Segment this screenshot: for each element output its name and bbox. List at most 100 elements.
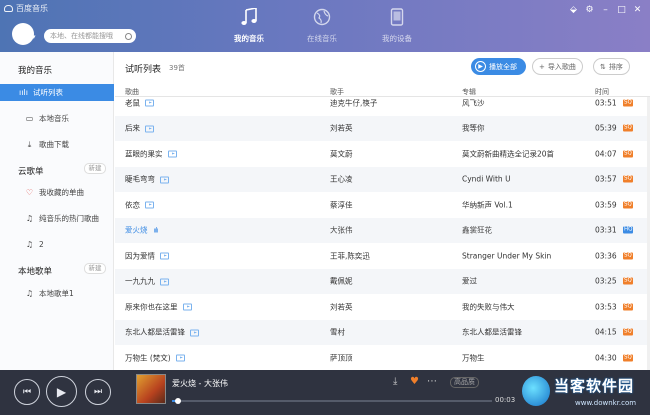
local-playlist-title: 本地歌单 — [18, 267, 53, 277]
window-controls: ⬙ ⚙ – □ ✕ — [569, 5, 642, 15]
music-note-icon: ♫ — [25, 289, 34, 298]
play-all-button[interactable]: ▶ 播放全部 — [471, 58, 526, 75]
song-duration: 03:59 — [595, 200, 617, 210]
mv-icon[interactable] — [190, 329, 199, 337]
song-cell: 蓝眼的果实 — [125, 148, 177, 159]
new-local-playlist-button[interactable]: 新建 — [84, 263, 106, 274]
table-row[interactable]: 因为爱情 王菲,陈奕迅 Stranger Under My Skin 03:36 SQ — [115, 243, 650, 269]
tab-online-music[interactable]: 在线音乐 — [292, 8, 352, 44]
avatar[interactable] — [12, 23, 34, 45]
mv-icon[interactable] — [160, 278, 169, 286]
song-cell: 东北人都是活雷锋 — [125, 327, 199, 338]
chevron-down-icon[interactable]: ▾ — [32, 33, 36, 41]
quality-badge: HQ — [623, 226, 634, 234]
progress-bar[interactable] — [172, 398, 492, 404]
new-cloud-playlist-button[interactable]: 新建 — [84, 163, 106, 174]
singer-name[interactable]: 刘若英 — [330, 123, 353, 134]
column-header-singer[interactable]: 歌手 — [330, 87, 344, 97]
minimize-icon[interactable]: – — [601, 5, 610, 15]
album-name[interactable]: 鑫裳狂花 — [462, 225, 492, 236]
table-row[interactable]: 爱火烧 ıılı 大张伟 鑫裳狂花 03:31 HQ — [115, 217, 650, 243]
song-duration: 03:57 — [595, 174, 617, 184]
album-name[interactable]: 莫文蔚新曲精选全记录20首 — [462, 148, 554, 159]
table-row[interactable]: 一九九九 戴佩妮 爱过 03:25 SQ — [115, 268, 650, 294]
mv-icon[interactable] — [145, 125, 154, 133]
close-icon[interactable]: ✕ — [633, 5, 642, 15]
play-icon: ▶ — [56, 384, 67, 399]
skin-icon[interactable]: ⬙ — [569, 5, 578, 15]
title-bar: 百度音乐 ▾ 本地、在线都能搜哦 我的音乐 在线音乐 我的设备 ⬙ ⚙ – □ … — [0, 0, 650, 52]
sidebar-item-playlist[interactable]: ♫ 2 — [0, 236, 114, 253]
previous-button[interactable]: ⏮ — [14, 379, 40, 405]
tab-my-device[interactable]: 我的设备 — [367, 8, 427, 44]
search-icon[interactable] — [125, 32, 132, 40]
mv-icon[interactable] — [167, 150, 177, 158]
album-name[interactable]: 华纳新声 Vol.1 — [462, 199, 513, 210]
table-row[interactable]: 东北人都是活雷锋 雪村 东北人都是活雷锋 04:15 SQ — [115, 319, 650, 345]
singer-name[interactable]: 雪村 — [330, 327, 345, 338]
singer-name[interactable]: 萨顶顶 — [330, 352, 353, 363]
mv-icon[interactable] — [160, 176, 169, 184]
download-icon: ⤓ — [27, 140, 32, 149]
album-name[interactable]: 我等你 — [462, 123, 485, 134]
more-icon[interactable]: ⋯ — [427, 376, 437, 387]
singer-name[interactable]: 王菲,陈奕迅 — [330, 250, 370, 261]
singer-name[interactable]: 刘若英 — [330, 301, 353, 312]
import-songs-button[interactable]: + 导入歌曲 — [532, 58, 583, 75]
table-row[interactable]: 万物生 (梵文) 萨顶顶 万物生 04:30 SQ — [115, 345, 650, 370]
table-row[interactable]: 蓝眼的果实 莫文蔚 莫文蔚新曲精选全记录20首 04:07 SQ — [115, 141, 650, 167]
quality-selector[interactable]: 高品质 — [450, 377, 479, 388]
singer-name[interactable]: 大张伟 — [330, 225, 353, 236]
singer-name[interactable]: 戴佩妮 — [330, 276, 353, 287]
table-row[interactable]: 后来 刘若英 我等你 05:39 SQ — [115, 115, 650, 141]
sidebar-item-trial-list[interactable]: ıılı 试听列表 — [0, 84, 114, 101]
progress-knob[interactable] — [175, 398, 182, 404]
table-row[interactable]: 依恋 蔡淳佳 华纳新声 Vol.1 03:59 SQ — [115, 192, 650, 218]
singer-name[interactable]: 蔡淳佳 — [330, 199, 353, 210]
sidebar-item-local-playlist[interactable]: ♫ 本地歌单1 — [0, 285, 114, 302]
album-name[interactable]: 风飞沙 — [462, 97, 485, 108]
album-name[interactable]: Stranger Under My Skin — [462, 251, 551, 260]
sidebar-item-playlist[interactable]: ♫ 纯音乐的热门歌曲 — [0, 210, 114, 227]
watermark-logo: 当客软件园 www.downkr.com — [520, 370, 650, 415]
heart-icon[interactable]: ♥ — [410, 376, 419, 387]
download-icon[interactable]: ⤓ — [393, 376, 397, 387]
table-row[interactable]: 睫毛弯弯 王心凌 Cyndi With U 03:57 SQ — [115, 166, 650, 192]
mv-icon[interactable] — [160, 252, 169, 260]
next-button[interactable]: ⏭ — [85, 379, 111, 405]
quality-badge: SQ — [623, 124, 633, 132]
settings-icon[interactable]: ⚙ — [585, 5, 594, 15]
singer-name[interactable]: 迪克牛仔,筷子 — [330, 97, 377, 108]
tab-my-music[interactable]: 我的音乐 — [219, 8, 279, 44]
mv-icon[interactable] — [145, 99, 154, 107]
album-name[interactable]: 我的失败与伟大 — [462, 301, 515, 312]
column-header-album[interactable]: 专辑 — [462, 87, 476, 97]
play-button[interactable]: ▶ — [46, 376, 77, 407]
maximize-icon[interactable]: □ — [617, 5, 626, 15]
song-name: 老鼠 — [125, 98, 140, 108]
sidebar-item-local-music[interactable]: ▭ 本地音乐 — [0, 110, 114, 127]
album-cover[interactable] — [136, 374, 166, 404]
now-playing-title: 爱火烧 - 大张伟 — [172, 379, 228, 388]
album-name[interactable]: 万物生 — [462, 352, 485, 363]
column-header-song[interactable]: 歌曲 — [125, 87, 139, 97]
mv-icon[interactable] — [145, 201, 154, 209]
search-input[interactable]: 本地、在线都能搜哦 — [44, 29, 136, 43]
mv-icon[interactable] — [175, 354, 185, 362]
singer-name[interactable]: 莫文蔚 — [330, 148, 353, 159]
album-name[interactable]: 爱过 — [462, 276, 477, 287]
music-note-icon: ♫ — [25, 240, 34, 249]
table-row[interactable]: 老鼠 迪克牛仔,筷子 风飞沙 03:51 SQ — [115, 97, 650, 116]
column-header-time[interactable]: 时间 — [595, 87, 609, 97]
sort-button[interactable]: ⇅ 排序 — [593, 58, 630, 75]
mv-icon[interactable] — [182, 303, 192, 311]
album-name[interactable]: 东北人都是活雷锋 — [462, 327, 522, 338]
song-duration: 04:30 — [595, 353, 617, 363]
sidebar-item-label: 我收藏的单曲 — [39, 188, 84, 197]
table-row[interactable]: 原来你也在这里 刘若英 我的失败与伟大 03:53 SQ — [115, 294, 650, 320]
singer-name[interactable]: 王心凌 — [330, 174, 353, 185]
sidebar-item-favorites[interactable]: ♡ 我收藏的单曲 — [0, 184, 114, 201]
equalizer-icon: ıılı — [19, 88, 28, 97]
album-name[interactable]: Cyndi With U — [462, 175, 511, 184]
sidebar-item-downloads[interactable]: ⤓ 歌曲下载 — [0, 136, 114, 153]
